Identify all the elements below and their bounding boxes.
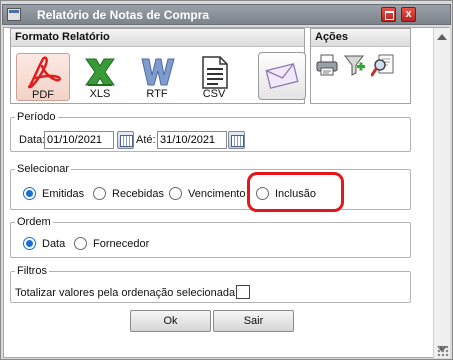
exit-button[interactable]: Sair [213,310,294,332]
radio-recebidas[interactable] [93,187,106,200]
radio-fornecedor[interactable] [74,237,87,250]
order-group: Ordem Data Fornecedor [10,216,411,258]
vertical-scrollbar[interactable] [433,28,450,358]
select-legend: Selecionar [15,163,71,175]
to-date-label: Até: [136,134,156,146]
email-button[interactable] [258,52,306,100]
period-group: Período Data: Até: [10,111,411,152]
filters-legend: Filtros [15,265,49,277]
from-date-calendar-icon[interactable] [117,131,134,149]
recebidas-label[interactable]: Recebidas [112,188,164,200]
scroll-up-arrow-icon[interactable] [437,34,447,40]
report-dialog: Relatório de Notas de Compra x Formato R… [0,0,453,360]
actions-panel: Ações [310,28,411,104]
select-group: Selecionar Emitidas Recebidas Vencimento… [10,163,411,210]
fornecedor-label[interactable]: Fornecedor [93,238,149,250]
pdf-format-button[interactable]: PDF [16,53,70,101]
to-date-input[interactable] [157,131,227,149]
data-label[interactable]: Data [42,238,65,250]
emitidas-label[interactable]: Emitidas [42,188,84,200]
radio-emitidas[interactable] [23,187,36,200]
xls-format-button[interactable]: XLS [73,53,127,101]
xls-label: XLS [89,88,111,100]
actions-panel-heading: Ações [311,29,410,47]
highlight-annotation [247,172,344,212]
rtf-format-button[interactable]: RTF [130,53,184,101]
totalize-label: Totalizar valores pela ordenação selecio… [15,287,236,299]
preview-search-icon[interactable] [371,53,397,77]
format-panel: Formato Relatório PDF XLS RTF CSV [10,28,306,104]
radio-vencimento[interactable] [169,187,182,200]
printer-icon[interactable] [315,53,339,77]
window-icon [7,8,21,21]
filters-group: Filtros Totalizar valores pela ordenação… [10,265,411,303]
csv-format-button[interactable]: CSV [187,53,241,101]
ok-button[interactable]: Ok [130,310,211,332]
from-date-input[interactable] [44,131,114,149]
format-panel-heading: Formato Relatório [11,29,304,47]
maximize-button[interactable] [381,7,396,22]
vencimento-label[interactable]: Vencimento [188,188,245,200]
window-title: Relatório de Notas de Compra [37,8,210,22]
period-legend: Período [15,111,58,123]
title-bar[interactable]: Relatório de Notas de Compra x [2,4,451,25]
close-button[interactable]: x [401,7,416,22]
filter-add-icon[interactable] [343,53,367,77]
from-date-label: Data: [19,134,46,146]
csv-label: CSV [202,88,226,100]
order-legend: Ordem [15,216,53,228]
document-icon [202,56,228,89]
envelope-icon [265,63,299,89]
to-date-calendar-icon[interactable] [228,131,245,149]
resize-grip[interactable] [437,345,449,357]
radio-data[interactable] [23,237,36,250]
pdf-label: PDF [32,89,54,101]
word-icon [141,58,175,86]
excel-icon [85,58,115,86]
rtf-label: RTF [146,88,168,100]
pdf-icon [27,56,61,89]
totalize-checkbox[interactable] [236,285,250,299]
